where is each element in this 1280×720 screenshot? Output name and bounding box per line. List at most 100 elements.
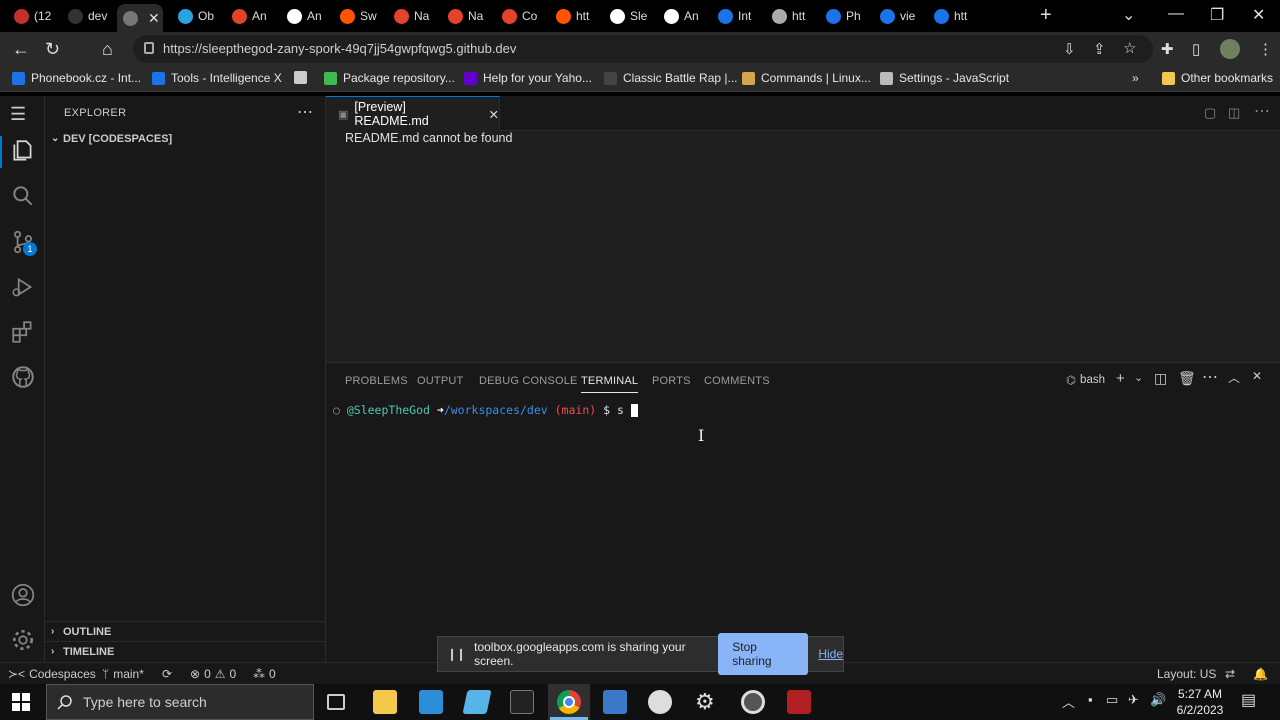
panel-tab-debug-console[interactable]: DEBUG CONSOLE (479, 375, 578, 387)
share-icon[interactable]: ⇪ (1093, 40, 1106, 58)
close-panel-icon[interactable]: ✕ (1252, 369, 1262, 383)
stop-sharing-button[interactable]: Stop sharing (718, 633, 809, 675)
url-text[interactable]: https://sleepthegod-zany-spork-49q7jj54g… (163, 41, 516, 56)
app-icon[interactable] (603, 690, 627, 714)
browser-tab[interactable]: ✕ (117, 4, 163, 32)
home-button[interactable]: ⌂ (102, 39, 113, 60)
bookmark-item[interactable]: Classic Battle Rap |... (604, 71, 738, 85)
taskbar-search[interactable]: Type here to search (46, 684, 314, 720)
minimize-button[interactable]: — (1168, 5, 1184, 23)
archive-icon[interactable] (787, 690, 811, 714)
side-panel-icon[interactable]: ▯ (1192, 40, 1200, 58)
browser-tab[interactable]: vie (874, 4, 920, 28)
battery-icon[interactable]: ▭ (1106, 692, 1118, 708)
back-button[interactable]: ← (12, 39, 30, 60)
browser-tab[interactable]: (12 (8, 4, 54, 28)
other-bookmarks[interactable]: Other bookmarks (1162, 71, 1273, 85)
install-icon[interactable]: ⇩ (1063, 40, 1076, 58)
restore-button[interactable]: ❐ (1210, 5, 1224, 25)
panel-tab-output[interactable]: OUTPUT (417, 375, 463, 387)
panel-tab-ports[interactable]: PORTS (652, 375, 691, 387)
hide-button[interactable]: Hide (818, 647, 843, 661)
browser-tab[interactable]: htt (766, 4, 812, 28)
new-terminal-plus-icon[interactable]: + (1116, 370, 1125, 387)
workspace-section[interactable]: ⌄ DEV [CODESPACES] (45, 129, 325, 150)
close-icon[interactable]: ✕ (489, 107, 499, 122)
feedback-icon[interactable]: ⇄ (1225, 667, 1235, 681)
tray-chevron-icon[interactable]: ︿ (1062, 692, 1075, 711)
file-explorer-icon[interactable] (373, 690, 397, 714)
trash-icon[interactable]: 🗑 (1178, 370, 1196, 387)
bookmark-item[interactable]: Tools - Intelligence X (152, 71, 282, 85)
bookmark-star-icon[interactable]: ☆ (1123, 39, 1136, 57)
notifications-icon[interactable]: ▤ (1241, 690, 1256, 710)
tray-app-icon[interactable]: ▪ (1088, 692, 1093, 707)
windows-start-icon[interactable] (12, 693, 30, 711)
browser-tab[interactable]: Co (496, 4, 542, 28)
sync-icon[interactable]: ⟳ (162, 667, 172, 681)
address-bar[interactable]: https://sleepthegod-zany-spork-49q7jj54g… (133, 35, 1153, 63)
problems-indicator[interactable]: ⊗ 0 ⚠ 0 (190, 667, 236, 681)
bookmark-item[interactable]: Settings - JavaScript (880, 71, 1009, 85)
browser-tab[interactable]: Sw (334, 4, 380, 28)
search-icon[interactable] (10, 183, 36, 209)
terminal-app-icon[interactable] (510, 690, 534, 714)
outline-section[interactable]: › OUTLINE (45, 621, 325, 642)
browser-tab[interactable]: Na (388, 4, 434, 28)
tab-readme-preview[interactable]: ▣ [Preview] README.md ✕ (326, 96, 500, 131)
more-actions-icon[interactable]: ⋯ (297, 102, 313, 122)
keyboard-layout[interactable]: Layout: US (1157, 667, 1216, 681)
browser-tab[interactable]: htt (928, 4, 974, 28)
timeline-section[interactable]: › TIMELINE (45, 641, 325, 662)
split-terminal-icon[interactable]: ◫ (1154, 370, 1167, 387)
panel-tab-problems[interactable]: PROBLEMS (345, 375, 408, 387)
extensions-icon[interactable]: ✚ (1161, 40, 1174, 58)
panel-more-icon[interactable]: ⋯ (1202, 367, 1218, 387)
open-source-icon[interactable]: ▢ (1204, 105, 1216, 121)
clock[interactable]: 5:27 AM 6/2/2023 (1176, 686, 1224, 718)
bookmark-item[interactable]: Help for your Yaho... (464, 71, 592, 85)
ports-indicator[interactable]: ⁂ 0 (253, 667, 276, 681)
explorer-icon[interactable] (10, 138, 36, 164)
bookmark-item[interactable]: Commands | Linux... (742, 71, 871, 85)
editor-more-icon[interactable]: ⋯ (1254, 101, 1270, 121)
browser-tab[interactable]: Int (712, 4, 758, 28)
settings-gear-icon[interactable]: ⚙ (695, 689, 715, 715)
menu-icon[interactable]: ⋮ (1258, 40, 1273, 58)
reload-button[interactable]: ↻ (45, 39, 60, 60)
tab-search-chevron-icon[interactable]: ⌄ (1122, 5, 1135, 25)
browser-tab[interactable]: htt (550, 4, 596, 28)
profile-avatar[interactable] (1220, 39, 1240, 59)
volume-icon[interactable]: 🔊 (1150, 692, 1166, 708)
run-debug-icon[interactable] (10, 274, 36, 300)
maximize-panel-icon[interactable]: ︿ (1228, 369, 1240, 386)
chevron-down-icon[interactable]: ⌄ (1134, 371, 1143, 384)
split-editor-icon[interactable]: ◫ (1228, 105, 1240, 121)
extensions-icon[interactable] (10, 319, 36, 345)
bookmark-item[interactable]: Phonebook.cz - Int... (12, 71, 141, 85)
manage-gear-icon[interactable] (10, 627, 36, 653)
bookmark-item[interactable] (294, 71, 313, 84)
store-icon[interactable] (419, 690, 443, 714)
shell-selector[interactable]: ⌬ bash (1066, 373, 1105, 387)
task-view-icon[interactable] (327, 694, 345, 710)
browser-tab[interactable]: An (281, 4, 327, 28)
browser-tab[interactable]: Sle (604, 4, 650, 28)
close-icon[interactable]: ✕ (148, 10, 163, 27)
browser-tab[interactable]: Ob (172, 4, 218, 28)
media-icon[interactable] (741, 690, 765, 714)
github-icon[interactable] (10, 364, 36, 390)
menu-hamburger-icon[interactable]: ☰ (10, 104, 36, 130)
browser-tab[interactable]: Na (442, 4, 488, 28)
panel-tab-terminal[interactable]: TERMINAL (581, 375, 639, 393)
close-window-button[interactable]: ✕ (1252, 5, 1265, 25)
terminal-output[interactable]: ○ @SleepTheGod ➜/workspaces/dev (main) $… (333, 403, 638, 417)
panel-tab-comments[interactable]: COMMENTS (704, 375, 770, 387)
app-icon[interactable] (462, 690, 492, 714)
remote-indicator[interactable]: ≻< Codespaces (0, 663, 104, 685)
browser-tab[interactable]: dev (62, 4, 108, 28)
browser-tab[interactable]: Ph (820, 4, 866, 28)
bookmark-item[interactable]: Package repository... (324, 71, 455, 85)
new-tab-button[interactable]: + (1040, 4, 1052, 27)
more-bookmarks-chevron-icon[interactable]: » (1132, 71, 1139, 85)
